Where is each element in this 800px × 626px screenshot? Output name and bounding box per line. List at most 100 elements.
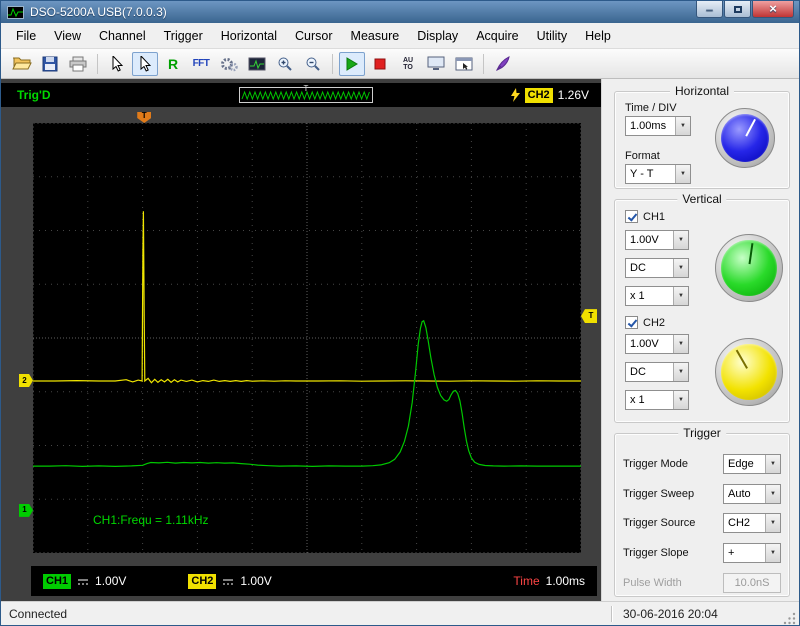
ch1-checkbox[interactable] xyxy=(625,210,638,223)
zoom-out-button[interactable] xyxy=(300,52,326,76)
display-settings-button[interactable] xyxy=(423,52,449,76)
format-label: Format xyxy=(625,150,660,162)
ch2-dc-coupling-icon xyxy=(222,577,234,586)
ch1-coupling-select[interactable]: DC ▼ xyxy=(625,258,689,278)
refresh-r-icon: R xyxy=(168,56,178,72)
ch1-volts-select[interactable]: 1.00V ▼ xyxy=(625,230,689,250)
trigger-mode-select[interactable]: Edge ▼ xyxy=(723,454,781,474)
preview-trigger-icon: T xyxy=(304,85,309,93)
ch2-checkbox[interactable] xyxy=(625,316,638,329)
menu-channel[interactable]: Channel xyxy=(90,25,155,47)
statusbar: Connected 30-06-2016 20:04 xyxy=(1,601,799,626)
menu-utility[interactable]: Utility xyxy=(528,25,577,47)
trigger-mode-label: Trigger Mode xyxy=(623,458,688,470)
close-icon: × xyxy=(769,2,777,16)
stop-button[interactable] xyxy=(367,52,393,76)
autoset-button[interactable]: AUTO xyxy=(395,52,421,76)
trigger-sweep-row: Trigger Sweep Auto ▼ xyxy=(623,484,781,504)
datetime-readout: 30-06-2016 20:04 xyxy=(613,607,783,621)
toolbar: R FFT AUTO xyxy=(1,49,799,79)
menu-display[interactable]: Display xyxy=(408,25,467,47)
printer-icon xyxy=(69,56,87,72)
ch1-ground-marker[interactable]: 1 xyxy=(19,504,33,517)
utility-pen-button[interactable] xyxy=(490,52,516,76)
toolbar-separator xyxy=(332,54,333,74)
menu-horizontal[interactable]: Horizontal xyxy=(212,25,286,47)
gears-icon xyxy=(220,56,238,72)
trigger-slope-select[interactable]: + ▼ xyxy=(723,543,781,563)
trigger-position-marker[interactable]: T xyxy=(137,112,151,123)
ch1-checkbox-label: CH1 xyxy=(643,211,665,223)
titlebar[interactable]: DSO-5200A USB(7.0.0.3) – × xyxy=(1,1,799,23)
app-icon xyxy=(7,6,24,19)
stop-icon xyxy=(374,58,386,70)
menu-help[interactable]: Help xyxy=(576,25,620,47)
trigger-sweep-select[interactable]: Auto ▼ xyxy=(723,484,781,504)
print-button[interactable] xyxy=(65,52,91,76)
ch2-badge: CH2 xyxy=(188,574,216,589)
ch2-probe-select[interactable]: x 1 ▼ xyxy=(625,390,689,410)
save-button[interactable] xyxy=(37,52,63,76)
maximize-button[interactable] xyxy=(724,1,751,18)
refresh-button[interactable]: R xyxy=(160,52,186,76)
chevron-down-icon: ▼ xyxy=(765,544,780,562)
trigger-source-select[interactable]: CH2 ▼ xyxy=(723,513,781,533)
minimize-icon: – xyxy=(706,2,713,16)
knob-pointer-icon xyxy=(736,350,748,369)
cursor-window-button[interactable] xyxy=(451,52,477,76)
chevron-down-icon: ▼ xyxy=(673,363,688,381)
trigger-group: Trigger Trigger Mode Edge ▼ Trigger Swee… xyxy=(614,433,790,597)
chevron-down-icon: ▼ xyxy=(673,231,688,249)
minimize-button[interactable]: – xyxy=(696,1,723,18)
zoom-in-button[interactable] xyxy=(272,52,298,76)
fft-button[interactable]: FFT xyxy=(188,52,214,76)
menu-trigger[interactable]: Trigger xyxy=(155,25,212,47)
app-window: DSO-5200A USB(7.0.0.3) – × File View Cha… xyxy=(0,0,800,626)
cursor-arrow-icon xyxy=(111,56,123,72)
control-panel: Horizontal Time / DIV 1.00ms ▼ Format Y … xyxy=(601,79,800,601)
zoom-in-icon xyxy=(277,56,293,72)
ch2-coupling-select[interactable]: DC ▼ xyxy=(625,362,689,382)
chevron-down-icon: ▼ xyxy=(765,514,780,532)
waveform-screen-button[interactable] xyxy=(244,52,270,76)
horizontal-group: Horizontal Time / DIV 1.00ms ▼ Format Y … xyxy=(614,91,790,189)
trigger-status-bar: Trig'D T CH2 1.26V xyxy=(1,83,601,107)
format-select[interactable]: Y - T ▼ xyxy=(625,164,691,184)
run-button[interactable] xyxy=(339,52,365,76)
ch2-vertical-knob[interactable] xyxy=(715,338,783,406)
open-button[interactable] xyxy=(9,52,35,76)
trigger-source-label: Trigger Source xyxy=(623,517,695,529)
toolbar-separator xyxy=(97,54,98,74)
trigger-status: Trig'D xyxy=(17,88,51,102)
chevron-down-icon: ▼ xyxy=(675,165,690,183)
pulse-width-label: Pulse Width xyxy=(623,577,682,589)
menu-file[interactable]: File xyxy=(7,25,45,47)
menu-acquire[interactable]: Acquire xyxy=(467,25,527,47)
save-floppy-icon xyxy=(42,56,58,72)
waveform-preview: T xyxy=(239,87,373,103)
time-div-select[interactable]: 1.00ms ▼ xyxy=(625,116,691,136)
fft-icon: FFT xyxy=(193,58,210,69)
window-cursor-icon xyxy=(455,57,473,71)
ch1-dc-coupling-icon xyxy=(77,577,89,586)
menu-cursor[interactable]: Cursor xyxy=(286,25,342,47)
horizontal-knob[interactable] xyxy=(715,108,775,168)
settings-button[interactable] xyxy=(216,52,242,76)
chevron-down-icon: ▼ xyxy=(765,455,780,473)
ch1-probe-select[interactable]: x 1 ▼ xyxy=(625,286,689,306)
cursor-tool-button[interactable] xyxy=(104,52,130,76)
menu-view[interactable]: View xyxy=(45,25,90,47)
horizontal-group-title: Horizontal xyxy=(670,84,734,98)
vertical-group: Vertical CH1 1.00V ▼ DC ▼ x 1 ▼ xyxy=(614,199,790,423)
trigger-level-marker[interactable]: T xyxy=(581,309,597,323)
timebase-label: Time xyxy=(513,574,539,588)
trigger-group-title: Trigger xyxy=(678,426,726,440)
resize-grip[interactable] xyxy=(783,612,797,626)
menu-measure[interactable]: Measure xyxy=(342,25,409,47)
ch1-vertical-knob[interactable] xyxy=(715,234,783,302)
close-button[interactable]: × xyxy=(752,1,794,18)
pointer-tool-button[interactable] xyxy=(132,52,158,76)
trigger-source-badge: CH2 xyxy=(525,88,553,103)
ch2-ground-marker[interactable]: 2 xyxy=(19,374,33,387)
ch2-volts-select[interactable]: 1.00V ▼ xyxy=(625,334,689,354)
